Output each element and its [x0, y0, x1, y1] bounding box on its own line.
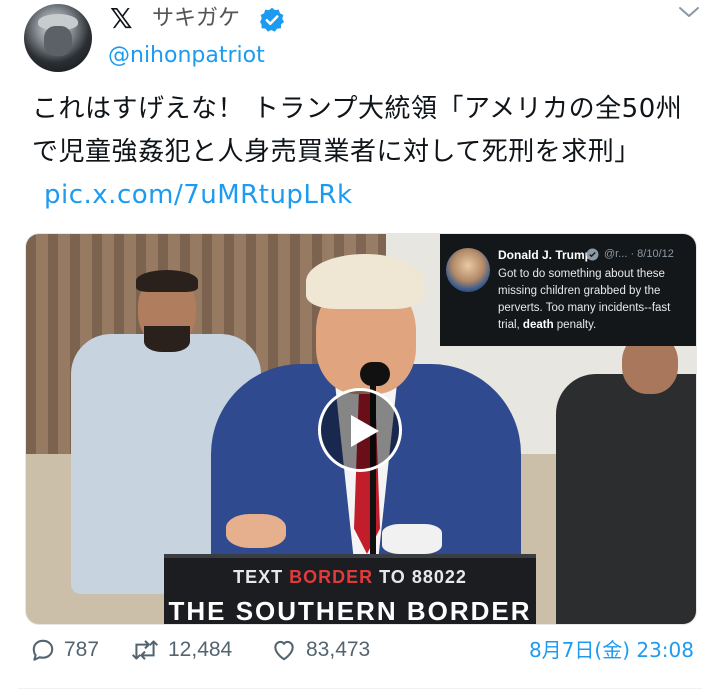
podium-text-suffix: TO 88022: [373, 567, 467, 587]
tweet-timestamp[interactable]: 8月7日(金) 23:08: [529, 632, 694, 668]
quoted-post-avatar: [446, 248, 490, 292]
repost-count: 12,484: [168, 638, 233, 661]
like-count: 83,473: [306, 638, 371, 661]
quoted-post-overlay: Donald J. Trump @r... · 8/10/12 Got to d…: [440, 234, 696, 346]
play-icon: [351, 415, 379, 447]
quoted-post-meta: @r... · 8/10/12: [604, 248, 674, 260]
tweet-actions: 787 12,484 83,473 8月7日(金) 23:08: [0, 632, 720, 668]
like-button[interactable]: 83,473: [270, 632, 370, 668]
display-name[interactable]: サキガケ: [152, 4, 240, 34]
quoted-post-author: Donald J. Trump: [498, 248, 593, 262]
play-button[interactable]: [318, 388, 402, 472]
tweet-text: これはすげえな！ トランプ大統領「アメリカの全50州で児童強姦犯と人身売買業者に…: [32, 88, 692, 217]
speaker-hands: [226, 514, 286, 548]
speaker-papers: [382, 524, 442, 554]
podium-text-prefix: TEXT: [233, 567, 290, 587]
quoted-verified-icon: [586, 248, 599, 261]
chevron-down-icon[interactable]: [676, 2, 702, 22]
tweet-body: これはすげえな！ トランプ大統領「アメリカの全50州で児童強姦犯と人身売買業者に…: [32, 94, 683, 167]
divider: [18, 688, 702, 689]
reply-icon: [32, 639, 54, 661]
user-handle[interactable]: @nihonpatriot: [108, 42, 265, 70]
podium: TEXT BORDER TO 88022 THE SOUTHERN BORDER: [164, 554, 536, 625]
podium-text-red: BORDER: [289, 567, 374, 587]
podium-sign-line2: THE SOUTHERN BORDER: [168, 596, 532, 625]
avatar-face: [44, 26, 72, 56]
tweet-media-link[interactable]: pic.x.com/7uMRtupLRk: [44, 180, 353, 210]
quoted-post-text-part2: penalty.: [553, 319, 597, 331]
quoted-post-text: Got to do something about these missing …: [498, 266, 694, 334]
x-logo-icon: 𝕏: [110, 2, 133, 35]
video-media[interactable]: TEXT BORDER TO 88022 THE SOUTHERN BORDER…: [25, 233, 697, 625]
avatar[interactable]: [24, 4, 92, 72]
person-left-hair: [136, 270, 198, 292]
podium-sign-line1: TEXT BORDER TO 88022: [184, 566, 516, 588]
verified-badge-icon: [259, 7, 285, 32]
repost-button[interactable]: 12,484: [130, 632, 232, 668]
heart-icon: [274, 640, 294, 661]
reply-count: 787: [64, 638, 100, 661]
person-left-beard: [144, 326, 190, 352]
quoted-post-text-bold: death: [522, 319, 554, 331]
speaker-hair: [306, 254, 424, 309]
repost-icon: [131, 640, 159, 660]
microphone: [360, 362, 390, 386]
person-right: [556, 374, 696, 624]
reply-button[interactable]: 787: [30, 632, 99, 668]
